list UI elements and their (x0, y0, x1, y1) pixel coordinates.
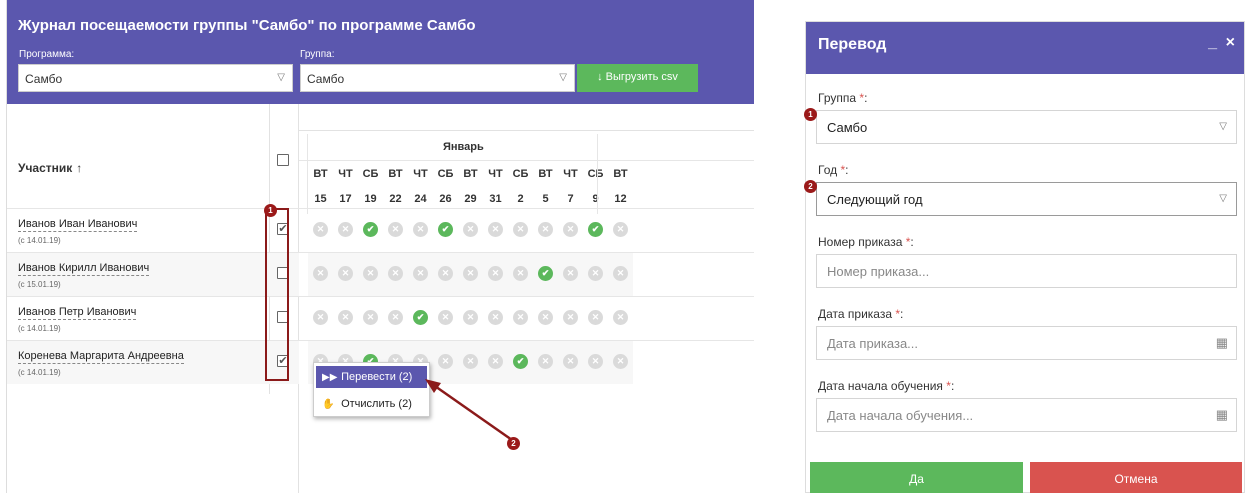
year-field-label: Год *: (818, 163, 849, 177)
annotation-badge-2: 2 (804, 180, 817, 193)
chevron-down-icon: ▽ (1219, 193, 1227, 204)
year-dropdown-value: Следующий год (827, 192, 923, 207)
annotation-arrow (425, 379, 513, 442)
annotation-arrow-head (425, 379, 441, 393)
annotation-arrow-line (431, 382, 513, 442)
calendar-icon[interactable]: ▦ (1216, 407, 1228, 423)
minimize-button[interactable]: _ (1208, 34, 1217, 52)
group-dropdown[interactable]: Самбо ▽ (816, 110, 1237, 144)
start-date-label: Дата начала обучения *: (818, 379, 955, 393)
calendar-icon[interactable]: ▦ (1216, 335, 1228, 351)
start-date-input[interactable]: Дата начала обучения... ▦ (816, 398, 1237, 432)
start-date-placeholder: Дата начала обучения... (827, 408, 974, 423)
yes-button[interactable]: Да (810, 462, 1023, 493)
order-number-label: Номер приказа *: (818, 235, 914, 249)
group-dropdown-value: Самбо (827, 120, 868, 135)
annotation-badge-1: 1 (804, 108, 817, 121)
attendance-journal-panel: Журнал посещаемости группы "Самбо" по пр… (6, 0, 754, 493)
order-date-label: Дата приказа *: (818, 307, 904, 321)
group-field-label: Группа *: (818, 91, 868, 105)
annotation-badge-2: 2 (507, 437, 520, 450)
close-button[interactable]: × (1226, 34, 1235, 52)
order-number-input[interactable]: Номер приказа... (816, 254, 1237, 288)
order-number-placeholder: Номер приказа... (827, 264, 930, 279)
cancel-button[interactable]: Отмена (1030, 462, 1242, 493)
order-date-input[interactable]: Дата приказа... ▦ (816, 326, 1237, 360)
dialog-title: Перевод (818, 36, 887, 53)
transfer-dialog: Перевод _ × Группа *: Самбо ▽ 1 Год *: С… (804, 21, 1245, 493)
order-date-placeholder: Дата приказа... (827, 336, 919, 351)
year-dropdown[interactable]: Следующий год ▽ (816, 182, 1237, 216)
chevron-down-icon: ▽ (1219, 121, 1227, 132)
dialog-header: Перевод _ × (806, 22, 1244, 74)
